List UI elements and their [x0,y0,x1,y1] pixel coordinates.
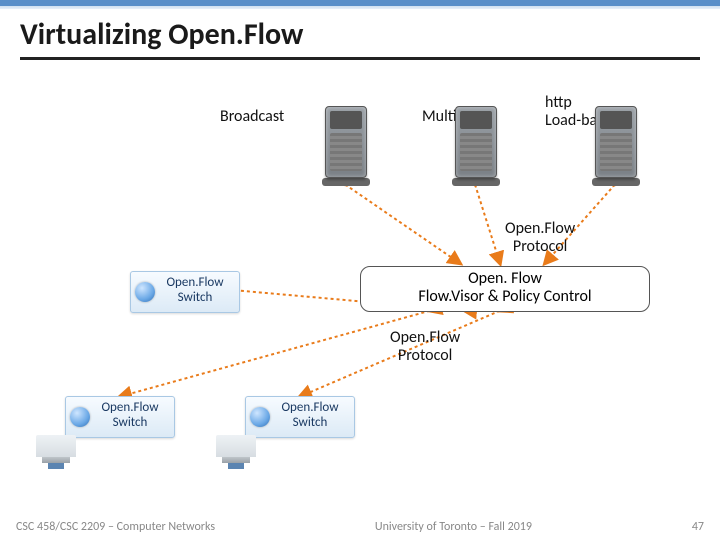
page-title: Virtualizing Open.Flow [0,6,720,57]
diagram-canvas: Broadcast Multicast http Load-balancer O… [0,66,720,510]
flowvisor-box: Open. Flow Flow.Visor & Policy Control [360,266,650,312]
server-icon [595,106,637,186]
switch-label: Open.Flow Switch [166,275,223,305]
flowvisor-line1: Open. Flow [361,270,649,288]
footer-right: 47 [692,520,704,534]
label-openflow-protocol-lower: Open.Flow Protocol [390,329,460,364]
footer-left: CSC 458/CSC 2209 – Computer Networks [16,520,215,534]
openflow-switch-mid: Open.Flow Switch [130,271,240,313]
label-openflow-protocol-upper: Open.Flow Protocol [505,220,575,255]
label-http: http [545,93,572,112]
label-broadcast: Broadcast [220,108,284,126]
switch-label: Open.Flow Switch [281,400,338,430]
title-rule [20,57,700,60]
flowvisor-line2: Flow.Visor & Policy Control [361,288,649,306]
switch-label: Open.Flow Switch [101,400,158,430]
openflow-switch-left: Open.Flow Switch [65,396,175,438]
footer: CSC 458/CSC 2209 – Computer Networks Uni… [0,520,720,534]
server-icon [455,106,497,186]
server-icon [325,106,367,186]
footer-center: University of Toronto – Fall 2019 [375,520,532,534]
openflow-switch-right: Open.Flow Switch [245,396,355,438]
